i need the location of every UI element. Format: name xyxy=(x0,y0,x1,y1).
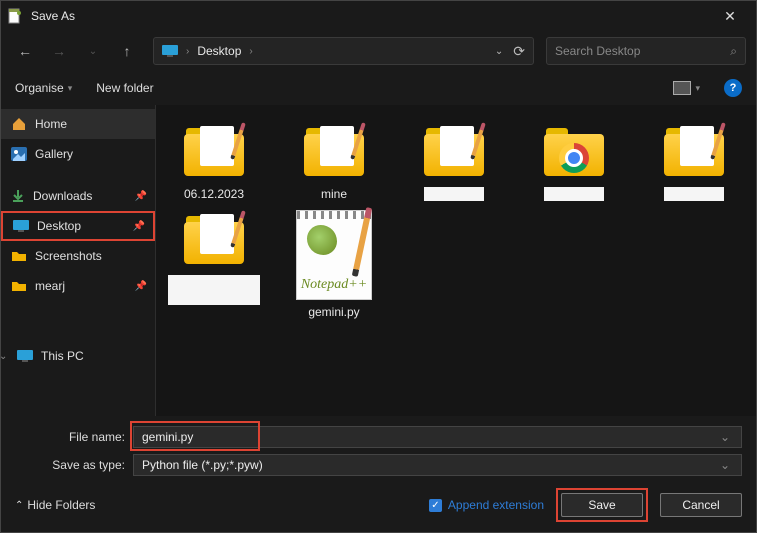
dialog-body: Home Gallery Downloads 📌 Desktop 📌 Scree… xyxy=(1,105,756,416)
file-label: mine xyxy=(321,187,347,201)
hide-folders-button[interactable]: ⌃ Hide Folders xyxy=(15,498,95,512)
sidebar-item-mearj[interactable]: mearj 📌 xyxy=(1,271,155,301)
sidebar-item-downloads[interactable]: Downloads 📌 xyxy=(1,181,155,211)
save-type-value: Python file (*.py;*.pyw) xyxy=(142,458,263,472)
pc-icon xyxy=(17,350,33,362)
chevron-down-icon[interactable]: ⌄ xyxy=(1,351,7,362)
file-label-hidden xyxy=(168,275,260,305)
sidebar-item-home[interactable]: Home xyxy=(1,109,155,139)
save-type-select[interactable]: Python file (*.py;*.pyw) ⌄ xyxy=(133,454,742,476)
chevron-right-icon: › xyxy=(186,46,189,57)
help-button[interactable]: ? xyxy=(724,79,742,97)
title-bar: Save As ✕ xyxy=(1,1,756,31)
chevron-down-icon[interactable]: ⌄ xyxy=(717,430,733,444)
file-grid[interactable]: 06.12.2023 mine xyxy=(156,105,756,416)
address-bar[interactable]: › Desktop › ⌄ ⟳ xyxy=(153,37,534,65)
sidebar-item-label: mearj xyxy=(35,279,65,293)
sidebar: Home Gallery Downloads 📌 Desktop 📌 Scree… xyxy=(1,105,156,416)
pin-icon[interactable]: 📌 xyxy=(135,191,147,202)
dropdown-address-icon[interactable]: ⌄ xyxy=(495,46,503,57)
save-type-label: Save as type: xyxy=(15,458,125,472)
append-extension-checkbox[interactable]: ✓ Append extension xyxy=(429,498,544,512)
save-button[interactable]: Save xyxy=(561,493,643,517)
gallery-icon xyxy=(11,147,27,161)
file-name-label: File name: xyxy=(15,430,125,444)
folder-item[interactable] xyxy=(524,121,624,201)
breadcrumb-seg[interactable]: Desktop xyxy=(197,44,241,58)
refresh-button[interactable]: ⟳ xyxy=(513,43,525,60)
file-label: 06.12.2023 xyxy=(184,187,244,201)
folder-item[interactable] xyxy=(164,209,264,319)
window-title: Save As xyxy=(31,9,710,23)
search-placeholder: Search Desktop xyxy=(555,44,730,58)
file-label-hidden xyxy=(544,187,604,201)
sidebar-item-label: Gallery xyxy=(35,147,73,161)
cancel-button[interactable]: Cancel xyxy=(660,493,742,517)
search-icon: ⌕ xyxy=(730,44,737,59)
chrome-icon xyxy=(559,143,589,173)
folder-item[interactable]: 06.12.2023 xyxy=(164,121,264,201)
download-icon xyxy=(11,189,25,203)
pin-icon[interactable]: 📌 xyxy=(135,281,147,292)
file-label-hidden xyxy=(424,187,484,201)
folder-item[interactable] xyxy=(644,121,744,201)
notepadpp-icon: Notepad++ xyxy=(296,210,372,300)
save-as-dialog: Save As ✕ ← → ⌄ ↑ › Desktop › ⌄ ⟳ Search… xyxy=(0,0,757,533)
folder-icon xyxy=(11,250,27,262)
file-item-gemini[interactable]: Notepad++ gemini.py xyxy=(284,209,384,319)
up-button[interactable]: ↑ xyxy=(113,37,141,65)
sidebar-item-screenshots[interactable]: Screenshots xyxy=(1,241,155,271)
close-button[interactable]: ✕ xyxy=(710,8,750,25)
file-name-value: gemini.py xyxy=(142,430,193,444)
sidebar-item-label: This PC xyxy=(41,349,84,363)
desktop-icon xyxy=(13,220,29,232)
file-label: gemini.py xyxy=(308,305,359,319)
recent-dropdown[interactable]: ⌄ xyxy=(79,37,107,65)
footer: File name: gemini.py ⌄ Save as type: Pyt… xyxy=(1,416,756,532)
sidebar-item-label: Desktop xyxy=(37,219,81,233)
sidebar-item-label: Home xyxy=(35,117,67,131)
sidebar-item-gallery[interactable]: Gallery xyxy=(1,139,155,169)
desktop-icon xyxy=(162,45,178,57)
chevron-down-icon[interactable]: ⌄ xyxy=(717,458,733,472)
forward-button[interactable]: → xyxy=(45,37,73,65)
sidebar-item-desktop[interactable]: Desktop 📌 xyxy=(1,211,155,241)
new-folder-button[interactable]: New folder xyxy=(96,81,153,95)
toolbar: Organise ▾ New folder ▾ ? xyxy=(1,71,756,105)
chevron-right-icon[interactable]: › xyxy=(249,46,252,57)
view-mode-button[interactable]: ▾ xyxy=(673,81,700,95)
organise-menu[interactable]: Organise ▾ xyxy=(15,81,72,95)
sidebar-item-label: Screenshots xyxy=(35,249,102,263)
file-name-input[interactable]: gemini.py ⌄ xyxy=(133,426,742,448)
pin-icon[interactable]: 📌 xyxy=(133,221,145,232)
folder-item[interactable] xyxy=(404,121,504,201)
folder-item[interactable]: mine xyxy=(284,121,384,201)
sidebar-item-this-pc[interactable]: ⌄ This PC xyxy=(1,341,155,371)
checkbox-checked-icon: ✓ xyxy=(429,499,442,512)
home-icon xyxy=(11,117,27,131)
chevron-up-icon: ⌃ xyxy=(15,500,23,511)
sidebar-item-label: Downloads xyxy=(33,189,92,203)
back-button[interactable]: ← xyxy=(11,37,39,65)
file-label-hidden xyxy=(664,187,724,201)
app-icon xyxy=(7,8,23,24)
folder-icon xyxy=(11,280,27,292)
nav-bar: ← → ⌄ ↑ › Desktop › ⌄ ⟳ Search Desktop ⌕ xyxy=(1,31,756,71)
search-input[interactable]: Search Desktop ⌕ xyxy=(546,37,746,65)
